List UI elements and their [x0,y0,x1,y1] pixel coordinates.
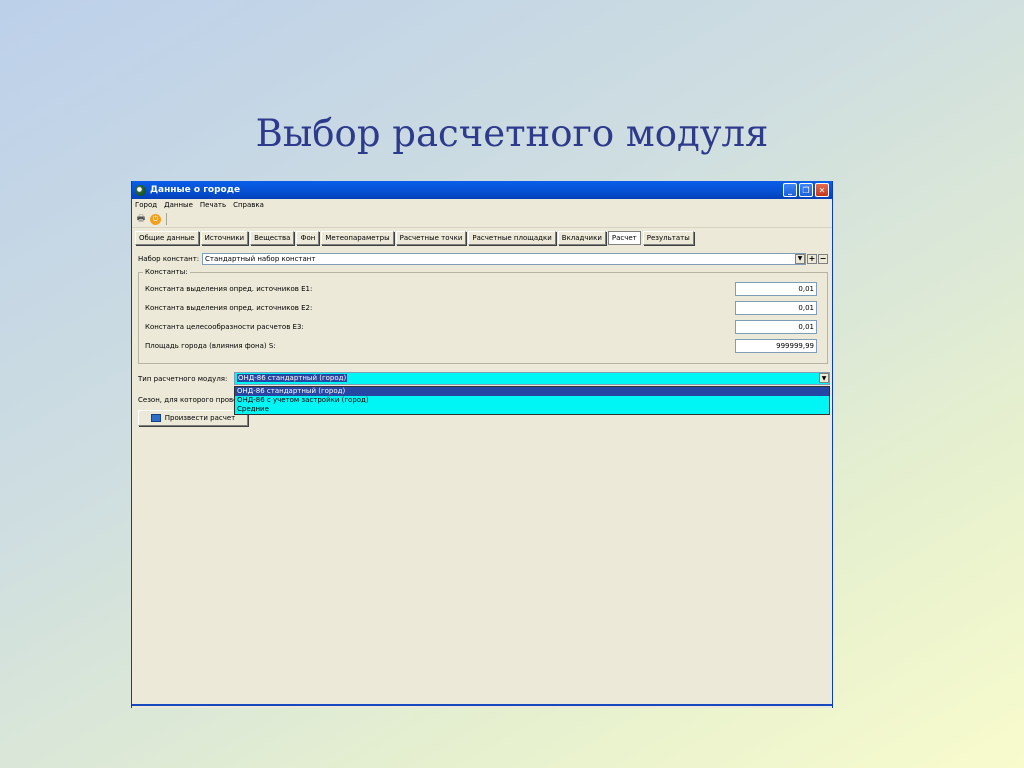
chevron-down-icon[interactable]: ▼ [795,254,805,264]
tab-calc-points[interactable]: Расчетные точки [395,231,467,245]
constant-e3-input[interactable]: 0,01 [735,320,817,334]
title-bar[interactable]: Данные о городе _ ❐ ✕ [132,181,832,199]
module-option[interactable]: ОНД-86 с учетом застройки (город) [235,396,829,405]
menu-gorod[interactable]: Город [135,201,157,209]
city-area-input[interactable]: 999999,99 [735,339,817,353]
monitor-icon [150,414,161,422]
module-value: ОНД-86 стандартный (город) [237,374,348,382]
run-calculation-button[interactable]: Произвести расчет [138,410,248,426]
constants-group: Константы: Константа выделения опред. ис… [138,268,828,364]
menu-bar: Город Данные Печать Справка [132,199,832,211]
tab-results[interactable]: Результаты [642,231,694,245]
constant-e2-input[interactable]: 0,01 [735,301,817,315]
toolbar-separator [166,213,167,225]
tab-general[interactable]: Общие данные [135,231,199,245]
module-option[interactable]: Средние [235,405,829,414]
constant-row: Константа выделения опред. источников Е1… [139,279,827,298]
constants-group-title: Константы: [143,268,190,276]
run-calculation-label: Произвести расчет [164,414,236,422]
constant-row: Константа выделения опред. источников Е2… [139,298,827,317]
constant-label: Константа выделения опред. источников Е1… [145,284,313,293]
exit-icon[interactable]: ⏻ [150,213,161,225]
tab-strip: Общие данные Источники Вещества Фон Мете… [132,228,832,248]
constant-e1-input[interactable]: 0,01 [735,282,817,296]
constant-label: Площадь города (влияния фона) S: [145,341,276,350]
menu-dannye[interactable]: Данные [164,201,193,209]
tab-calc-areas[interactable]: Расчетные площадки [468,231,556,245]
constant-row: Константа целесообразности расчетов Е3: … [139,317,827,336]
remove-constants-button[interactable]: − [818,254,828,264]
module-select[interactable]: ОНД-86 стандартный (город) ▼ [234,372,830,385]
module-dropdown-list: ОНД-86 стандартный (город) ОНД-86 с учет… [234,386,830,415]
season-label: Сезон, для которого провод [138,396,238,404]
restore-button[interactable]: ❐ [799,183,813,197]
constant-label: Константа выделения опред. источников Е2… [145,303,313,312]
module-row: Тип расчетного модуля: ОНД-86 стандартны… [138,372,830,386]
constants-set-row: Набор констант: Стандартный набор конста… [138,252,828,266]
tab-calculation[interactable]: Расчет [607,231,641,245]
toolbar: 🖶 ⏻ [132,211,832,228]
app-icon [135,184,146,196]
tab-background[interactable]: Фон [296,231,320,245]
menu-pechat[interactable]: Печать [200,201,226,209]
slide-title: Выбор расчетного модуля [255,112,769,155]
tab-contributors[interactable]: Вкладчики [557,231,606,245]
add-constants-button[interactable]: + [807,254,817,264]
constant-label: Константа целесообразности расчетов Е3: [145,322,304,331]
close-button[interactable]: ✕ [815,183,829,197]
status-bar [132,704,832,708]
window-title: Данные о городе [150,185,241,195]
app-window: Данные о городе _ ❐ ✕ Город Данные Печат… [131,181,833,708]
constants-set-value: Стандартный набор констант [205,255,316,263]
tab-sources[interactable]: Источники [200,231,249,245]
minimize-button[interactable]: _ [783,183,797,197]
season-row: Сезон, для которого провод [138,393,238,407]
menu-spravka[interactable]: Справка [233,201,264,209]
constants-set-label: Набор констант: [138,255,200,263]
tab-substances[interactable]: Вещества [250,231,295,245]
module-label: Тип расчетного модуля: [138,375,228,383]
constants-set-select[interactable]: Стандартный набор констант ▼ [202,253,806,265]
tab-meteo[interactable]: Метеопараметры [321,231,394,245]
chevron-down-icon[interactable]: ▼ [819,373,829,383]
printer-icon[interactable]: 🖶 [135,213,147,225]
module-option[interactable]: ОНД-86 стандартный (город) [235,387,829,396]
constant-row: Площадь города (влияния фона) S: 999999,… [139,336,827,355]
